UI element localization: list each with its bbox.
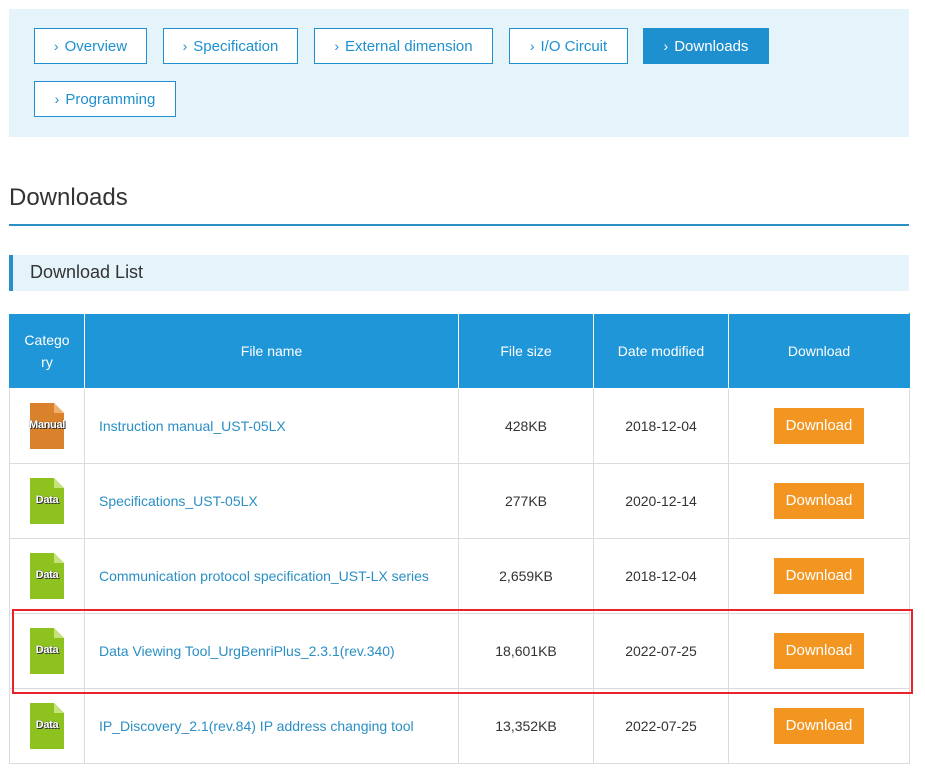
download-button[interactable]: Download <box>774 633 864 669</box>
file-name-cell: Instruction manual_UST-05LX <box>84 388 459 464</box>
tab-programming[interactable]: › Programming <box>34 81 176 117</box>
tab-label: I/O Circuit <box>540 37 608 55</box>
chevron-right-icon: › <box>334 38 340 54</box>
chevron-right-icon: › <box>53 38 59 54</box>
category-cell: Data <box>9 538 85 614</box>
category-label: Data <box>35 644 59 656</box>
data-icon: Data <box>30 478 64 524</box>
category-cell: Data <box>9 463 85 539</box>
file-size-cell: 277KB <box>458 463 594 539</box>
download-table: Catego ry File name File size Date modif… <box>9 313 910 764</box>
table-row: Manual Instruction manual_UST-05LX 428KB… <box>9 388 910 464</box>
tab-label: Programming <box>65 90 156 108</box>
tab-io-circuit[interactable]: › I/O Circuit <box>509 28 628 64</box>
file-name-cell: Communication protocol specification_UST… <box>84 538 459 614</box>
header-file-name: File name <box>84 313 459 389</box>
data-icon: Data <box>30 703 64 749</box>
category-label: Manual <box>28 419 66 431</box>
file-name-link[interactable]: IP_Discovery_2.1(rev.84) IP address chan… <box>99 718 414 734</box>
download-button[interactable]: Download <box>774 558 864 594</box>
category-cell: Manual <box>9 388 85 464</box>
table-header-row: Catego ry File name File size Date modif… <box>9 313 910 389</box>
table-row: Data Communication protocol specificatio… <box>9 538 910 614</box>
date-cell: 2018-12-04 <box>593 388 729 464</box>
file-name-cell: Data Viewing Tool_UrgBenriPlus_2.3.1(rev… <box>84 613 459 689</box>
data-icon: Data <box>30 553 64 599</box>
file-name-link[interactable]: Communication protocol specification_UST… <box>99 568 429 584</box>
tab-label: Overview <box>64 37 128 55</box>
tab-label: Specification <box>193 37 279 55</box>
date-cell: 2022-07-25 <box>593 613 729 689</box>
header-download: Download <box>728 313 910 389</box>
chevron-right-icon: › <box>182 38 188 54</box>
subsection-title: Download List <box>30 262 144 282</box>
download-button[interactable]: Download <box>774 408 864 444</box>
category-cell: Data <box>9 613 85 689</box>
tab-specification[interactable]: › Specification <box>163 28 298 64</box>
chevron-right-icon: › <box>529 38 535 54</box>
category-label: Data <box>35 719 59 731</box>
date-cell: 2018-12-04 <box>593 538 729 614</box>
download-cell: Download <box>728 613 910 689</box>
table-row: Data Specifications_UST-05LX 277KB 2020-… <box>9 463 910 539</box>
download-cell: Download <box>728 538 910 614</box>
tab-label: Downloads <box>674 37 749 55</box>
chevron-right-icon: › <box>663 38 669 54</box>
file-name-link[interactable]: Data Viewing Tool_UrgBenriPlus_2.3.1(rev… <box>99 643 395 659</box>
date-cell: 2022-07-25 <box>593 688 729 764</box>
file-name-cell: Specifications_UST-05LX <box>84 463 459 539</box>
section-divider <box>9 224 909 226</box>
table-row-highlighted: Data Data Viewing Tool_UrgBenriPlus_2.3.… <box>9 613 910 689</box>
download-button[interactable]: Download <box>774 483 864 519</box>
subsection-header: Download List <box>9 255 909 291</box>
header-category: Catego ry <box>9 313 85 389</box>
table-row: Data IP_Discovery_2.1(rev.84) IP address… <box>9 688 910 764</box>
download-cell: Download <box>728 463 910 539</box>
category-label: Data <box>35 494 59 506</box>
file-name-link[interactable]: Instruction manual_UST-05LX <box>99 418 286 434</box>
download-cell: Download <box>728 688 910 764</box>
file-name-cell: IP_Discovery_2.1(rev.84) IP address chan… <box>84 688 459 764</box>
chevron-right-icon: › <box>54 91 60 107</box>
category-label: Data <box>35 569 59 581</box>
file-size-cell: 18,601KB <box>458 613 594 689</box>
tab-external-dimension[interactable]: › External dimension <box>314 28 493 64</box>
file-size-cell: 428KB <box>458 388 594 464</box>
section-title: Downloads <box>9 184 128 211</box>
file-size-cell: 13,352KB <box>458 688 594 764</box>
tab-downloads[interactable]: › Downloads <box>643 28 769 64</box>
header-file-size: File size <box>458 313 594 389</box>
data-icon: Data <box>30 628 64 674</box>
file-size-cell: 2,659KB <box>458 538 594 614</box>
tab-navigation: › Overview › Specification › External dimen… <box>9 9 909 137</box>
tab-overview[interactable]: › Overview <box>34 28 147 64</box>
download-cell: Download <box>728 388 910 464</box>
tab-label: External dimension <box>345 37 473 55</box>
header-date-modified: Date modified <box>593 313 729 389</box>
category-cell: Data <box>9 688 85 764</box>
manual-icon: Manual <box>29 403 65 449</box>
file-name-link[interactable]: Specifications_UST-05LX <box>99 493 258 509</box>
date-cell: 2020-12-14 <box>593 463 729 539</box>
download-button[interactable]: Download <box>774 708 864 744</box>
